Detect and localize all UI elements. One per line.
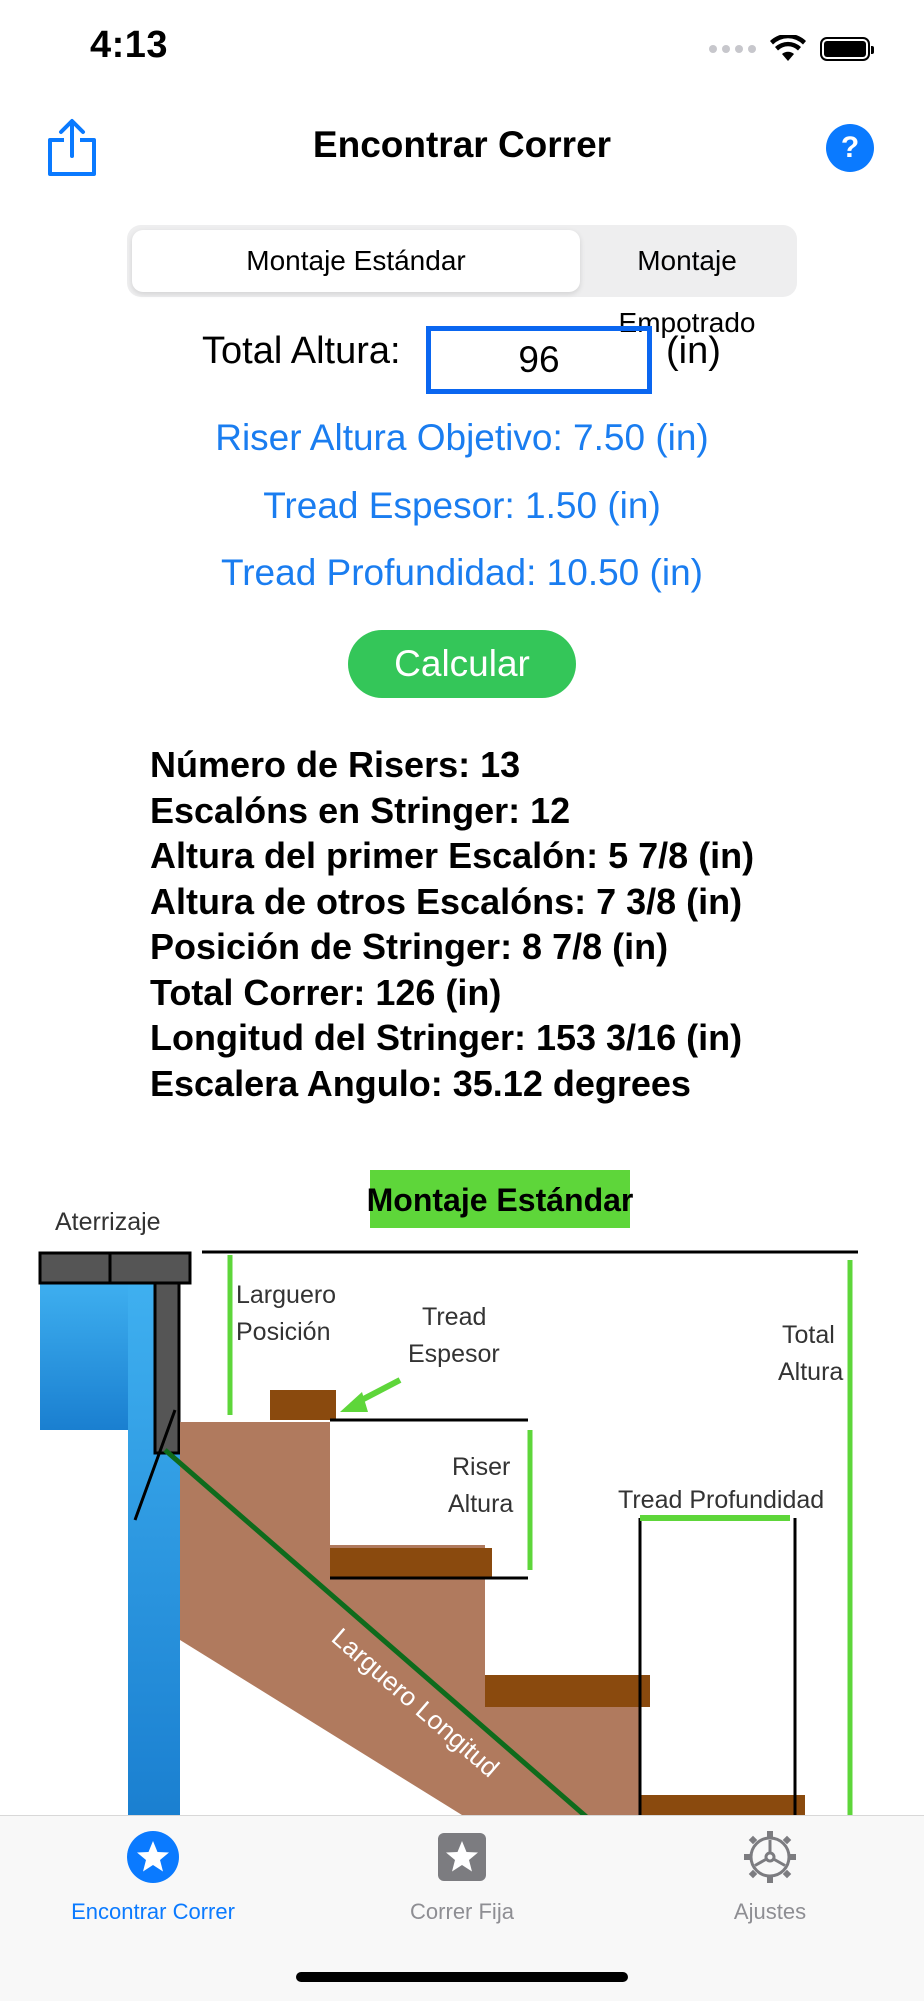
riser-height-label: Altura [448, 1490, 513, 1518]
tab-label: Encontrar Correr [71, 1899, 235, 1924]
segment-recessed-mount[interactable]: Montaje Empotrado [582, 230, 792, 338]
landing-label: Aterrizaje [55, 1208, 161, 1236]
result-line: Longitud del Stringer: 153 3/16 (in) [150, 1017, 743, 1058]
total-height-label: Total Altura: [202, 330, 401, 372]
result-line: Escalóns en Stringer: 12 [150, 789, 571, 831]
stringer-position-label: Larguero [236, 1281, 336, 1309]
star-circle-icon [127, 1831, 179, 1883]
status-time: 4:13 [90, 24, 169, 66]
riser-height-label: Riser [452, 1453, 510, 1481]
riser-height-target-button[interactable]: Riser Altura Objetivo: 7.50 (in) [0, 417, 924, 459]
tab-label: Correr Fija [410, 1899, 514, 1924]
stringer-position-label: Posición [236, 1318, 331, 1346]
segment-standard-mount[interactable]: Montaje Estándar [132, 230, 580, 292]
result-line: Altura de otros Escalóns: 7 3/8 (in) [150, 880, 743, 922]
result-line: Escalera Angulo: 35.12 degrees [150, 1062, 691, 1104]
total-height-input[interactable]: 96 [426, 326, 652, 394]
battery-icon [820, 37, 874, 61]
help-button[interactable]: ? [826, 124, 874, 172]
wifi-icon [770, 35, 806, 61]
gear-icon [744, 1831, 796, 1883]
tread-thickness-button[interactable]: Tread Espesor: 1.50 (in) [0, 485, 924, 527]
tab-encontrar-correr[interactable]: Encontrar Correr [33, 1830, 273, 1925]
total-height-unit: (in) [666, 330, 721, 372]
tab-label: Ajustes [733, 1899, 807, 1924]
mount-type-segmented-control: Montaje Estándar Montaje Empotrado [127, 225, 797, 338]
total-height-diagram-label: Altura [778, 1358, 843, 1386]
status-indicators [709, 32, 874, 66]
star-square-icon [438, 1833, 486, 1881]
calculate-button[interactable]: Calcular [348, 630, 576, 698]
results-list: Número de Risers: 13 Escalóns en Stringe… [150, 742, 754, 1106]
result-line: Total Correr: 126 (in) [150, 971, 502, 1013]
cellular-signal-icon [709, 45, 756, 53]
result-line: Altura del primer Escalón: 5 7/8 (in) [150, 835, 755, 876]
stair-diagram: Montaje Estándar Aterrizaje Larguero Pos… [38, 1170, 858, 1820]
tab-correr-fija[interactable]: Correr Fija [342, 1830, 582, 1925]
page-title: Encontrar Correr [312, 124, 612, 165]
total-height-diagram-label: Total [782, 1321, 835, 1349]
result-line: Posición de Stringer: 8 7/8 (in) [150, 926, 669, 967]
result-line: Número de Risers: 13 [150, 744, 521, 785]
diagram-title: Montaje Estándar [367, 1182, 634, 1218]
tread-thickness-label: Espesor [408, 1340, 500, 1368]
tab-ajustes[interactable]: Ajustes [650, 1830, 890, 1925]
home-indicator [296, 1972, 628, 1982]
tread-depth-label: Tread Profundidad [618, 1486, 824, 1514]
tread-depth-button[interactable]: Tread Profundidad: 10.50 (in) [0, 552, 924, 594]
tread-thickness-label: Tread [422, 1303, 486, 1331]
